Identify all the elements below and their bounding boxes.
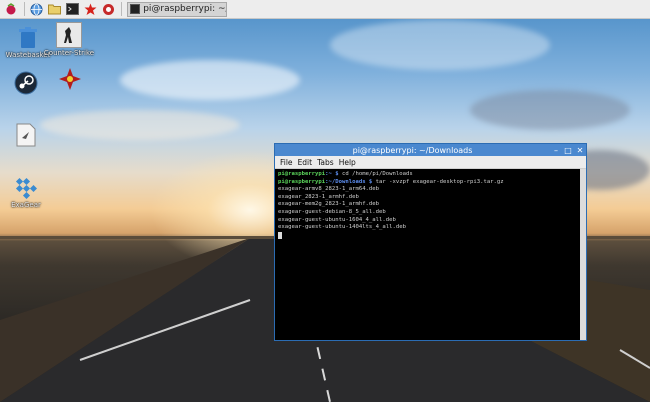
raspberry-icon[interactable] — [4, 2, 18, 16]
window-titlebar[interactable]: pi@raspberrypi: ~/Downloads – □ ✕ — [275, 144, 586, 156]
menu-help[interactable]: Help — [339, 158, 356, 167]
steam-icon — [14, 71, 38, 95]
terminal-line: pi@raspberrypi:~/Downloads $ tar -xvzpf … — [278, 179, 577, 187]
taskbar-window-button[interactable]: pi@raspberrypi: ~/D... — [127, 1, 227, 17]
terminal-cursor-line — [278, 231, 577, 241]
desktop-icon-document[interactable] — [0, 123, 52, 148]
menu-edit[interactable]: Edit — [298, 158, 313, 167]
terminal-icon — [130, 4, 141, 14]
terminal-line: exagear-armv8_2823-1_arm64.deb — [278, 186, 380, 193]
command-text: tar -xvzpf exagear-desktop-rpi3.tar.gz — [372, 178, 504, 185]
desktop-icon-counter-strike[interactable]: Counter-Strike — [43, 22, 95, 57]
terminal-output[interactable]: pi@raspberrypi:~ $ cd /home/pi/Downloads… — [275, 169, 580, 340]
close-button[interactable]: ✕ — [574, 144, 586, 156]
minimize-button[interactable]: – — [550, 144, 562, 156]
cloud — [330, 20, 550, 70]
taskbar: pi@raspberrypi: ~/D... — [0, 0, 650, 19]
trash-icon — [16, 26, 40, 50]
scrollbar[interactable] — [580, 169, 586, 340]
globe-icon[interactable] — [29, 2, 43, 16]
cloud — [470, 90, 630, 130]
mathematica-icon[interactable] — [101, 2, 115, 16]
maximize-button[interactable]: □ — [562, 144, 574, 156]
terminal-line: exagear-guest-ubuntu-1404lts_4_all.deb — [278, 224, 406, 231]
counter-strike-icon — [56, 22, 82, 48]
terminal-line: exagear-guest-debian-8_5_all.deb — [278, 208, 386, 215]
menubar: File Edit Tabs Help — [275, 156, 586, 169]
prompt-path: :~/Downloads $ — [325, 178, 373, 185]
window-title: pi@raspberrypi: ~/Downloads — [352, 145, 473, 155]
taskbar-separator — [24, 2, 25, 16]
desktop-icon-exagear[interactable]: ExaGear — [0, 176, 52, 209]
terminal-line: exagear_2823-1_armhf.deb — [278, 193, 359, 200]
ship-icon — [58, 67, 82, 91]
terminal-line: exagear-mem2g_2823-1_armhf.deb — [278, 201, 380, 208]
taskbar-separator — [121, 2, 122, 16]
terminal-icon[interactable] — [65, 2, 79, 16]
wolfram-icon[interactable] — [83, 2, 97, 16]
taskbar-window-label: pi@raspberrypi: ~/D... — [143, 4, 226, 14]
terminal-line: exagear-guest-ubuntu-1604_4_all.deb — [278, 216, 396, 223]
prompt-user: pi@raspberrypi — [278, 171, 326, 177]
terminal-line: pi@raspberrypi:~ $ cd /home/pi/Downloads — [278, 171, 577, 179]
desktop-icon-starship[interactable] — [44, 67, 96, 92]
folder-icon[interactable] — [47, 2, 61, 16]
cloud — [120, 60, 300, 100]
cloud — [40, 110, 240, 140]
desktop-icon-label: Counter-Strike — [43, 49, 95, 57]
terminal-window[interactable]: pi@raspberrypi: ~/Downloads – □ ✕ File E… — [274, 143, 587, 341]
command-text: cd /home/pi/Downloads — [338, 171, 413, 177]
menu-file[interactable]: File — [280, 158, 293, 167]
exagear-icon — [14, 176, 38, 200]
menu-tabs[interactable]: Tabs — [317, 158, 334, 167]
text-cursor — [278, 231, 282, 239]
prompt-path: :~ $ — [325, 171, 339, 177]
prompt-user: pi@raspberrypi — [278, 178, 326, 185]
document-icon — [14, 123, 38, 147]
desktop-icon-label: ExaGear — [11, 201, 41, 209]
